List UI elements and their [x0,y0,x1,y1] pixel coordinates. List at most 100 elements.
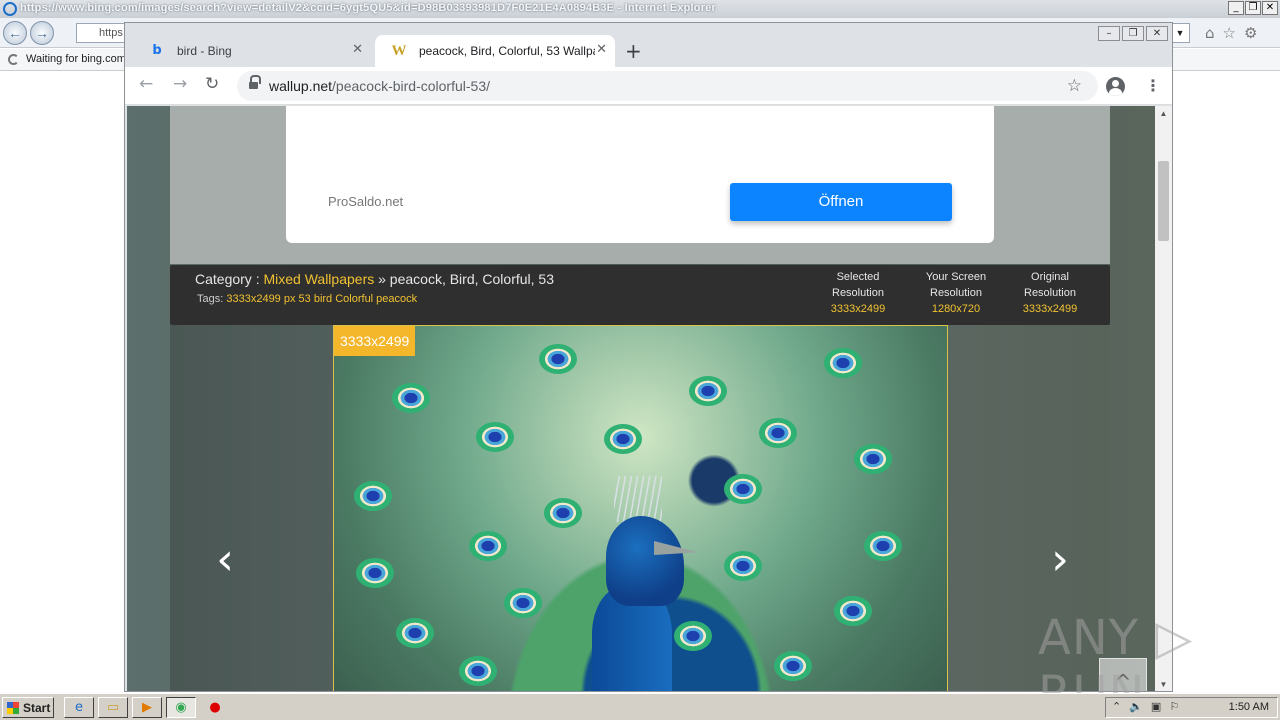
tab-close-icon[interactable]: ✕ [352,42,363,57]
category-prefix: Category : [195,271,264,287]
network-icon[interactable]: ▣ [1151,700,1161,713]
tags-prefix: Tags: [197,293,227,305]
ie-tab-strip [1172,49,1280,71]
page-scrollbar[interactable]: ▲ ▼ [1155,106,1172,691]
minimize-icon[interactable]: _ [1228,1,1244,15]
ie-tab-label: Waiting for bing.com [26,53,126,65]
ad-brand-name[interactable]: ProSaldo.net [328,194,403,209]
home-icon[interactable]: ⌂ [1205,24,1215,42]
settings-gear-icon[interactable]: ⚙ [1244,24,1257,42]
feather-eye [356,558,394,588]
start-label: Start [23,701,51,715]
feather-eye [396,618,434,648]
tab-label: peacock, Bird, Colorful, 53 Wallpaper [419,44,595,58]
ie-taskbar-icon[interactable]: e [64,697,94,718]
ie-logo-icon [3,2,17,16]
reload-icon[interactable]: ↻ [205,74,219,94]
ie-forward-button[interactable]: → [30,21,54,45]
close-icon[interactable]: ✕ [1262,1,1278,15]
feather-eye [674,621,712,651]
ad-open-button[interactable]: Öffnen [730,183,952,221]
scrollbar-thumb[interactable] [1158,161,1169,241]
feather-eye [476,422,514,452]
profile-avatar-icon[interactable] [1106,77,1125,96]
category-suffix: » peacock, Bird, Colorful, 53 [374,271,554,287]
url-domain: wallup.net [269,78,333,94]
peacock-wallpaper-image[interactable]: 3333x2499 [333,325,948,691]
bookmark-star-icon[interactable]: ☆ [1067,76,1082,96]
ie-window-title: https://www.bing.com/images/search?view=… [20,2,717,14]
original-resolution: Original Resolution 3333x2499 [1015,269,1085,317]
explorer-folder-icon[interactable]: ▭ [98,697,128,718]
original-resolution-value[interactable]: 3333x2499 [1015,301,1085,317]
bing-favicon-icon: b [152,43,162,58]
omnibox[interactable]: wallup.net/peacock-bird-colorful-53/ ☆ [237,71,1098,101]
category-link[interactable]: Mixed Wallpapers [263,271,374,287]
media-player-icon[interactable]: ▶ [132,697,162,718]
ie-address-bar[interactable]: https [76,23,126,43]
kebab-menu-icon[interactable]: ⋮ [1145,76,1161,95]
tags-links[interactable]: 3333x2499 px 53 bird Colorful peacock [226,293,417,305]
favorites-star-icon[interactable]: ☆ [1223,24,1236,42]
feather-eye [864,531,902,561]
selected-resolution-label-2: Resolution [832,287,884,299]
start-button[interactable]: Start [2,697,54,718]
ie-tab[interactable]: Waiting for bing.com [0,49,126,71]
system-tray: ⌃ 🔈 ▣ ⚐ 1:50 AM [1105,697,1278,718]
ie-window-controls: _ ❐ ✕ [1228,1,1278,15]
ie-toolbar-icons: ⌂ ☆ ⚙ [1205,24,1257,42]
minimize-icon[interactable]: – [1098,26,1120,41]
feather-eye [824,348,862,378]
tags-line: Tags: 3333x2499 px 53 bird Colorful peac… [197,293,417,305]
volume-icon[interactable]: 🔈 [1129,700,1143,713]
url-path: /peacock-bird-colorful-53/ [332,78,491,94]
ie-back-button[interactable]: ← [3,21,27,45]
ad-banner-area: ProSaldo.net Öffnen [170,106,1110,264]
feather-eye [504,588,542,618]
chrome-taskbar-icon[interactable]: ◉ [166,697,196,718]
restore-icon[interactable]: ❐ [1245,1,1261,15]
back-arrow-icon[interactable]: ← [139,74,153,94]
feather-eye [544,498,582,528]
page-viewport: ProSaldo.net Öffnen Category : Mixed Wal… [127,106,1155,691]
lock-icon [249,75,261,90]
close-icon[interactable]: ✕ [1146,26,1168,41]
selected-resolution-label-1: Selected [836,271,880,283]
new-tab-plus-icon[interactable]: + [625,39,642,63]
clock[interactable]: 1:50 AM [1229,701,1269,713]
ad-card: ProSaldo.net Öffnen [286,106,994,243]
action-center-flag-icon[interactable]: ⚐ [1169,700,1179,713]
feather-eye [354,481,392,511]
previous-chevron-icon[interactable]: ‹ [205,535,245,585]
ie-address-dropdown[interactable]: ▼ [1170,23,1190,43]
feather-eye [539,344,577,374]
wallpaper-viewer: 3333x2499 ‹ › [170,325,1110,691]
forward-arrow-icon[interactable]: → [173,74,187,94]
feather-eye [724,551,762,581]
windows-flag-icon [7,702,19,714]
screen-resolution: Your Screen Resolution 1280x720 [913,269,999,317]
scroll-up-icon[interactable]: ▲ [1155,106,1172,122]
feather-eye [604,424,642,454]
original-resolution-label-1: Original [1031,271,1069,283]
chrome-window-controls: – ❐ ✕ [1098,26,1168,41]
screen-resolution-value[interactable]: 1280x720 [913,301,999,317]
tab-close-icon[interactable]: ✕ [596,42,607,57]
taskbar: Start e ▭ ▶ ◉ ● ⌃ 🔈 ▣ ⚐ 1:50 AM [0,693,1280,720]
selected-resolution-value[interactable]: 3333x2499 [820,301,896,317]
next-chevron-icon[interactable]: › [1040,535,1080,585]
feather-eye [689,376,727,406]
feather-eye [469,531,507,561]
tab-peacock-wallpaper[interactable]: W peacock, Bird, Colorful, 53 Wallpaper … [375,35,615,68]
feather-eye [834,596,872,626]
wallup-favicon-icon: W [391,43,407,59]
ie-title-bar: https://www.bing.com/images/search?view=… [0,0,1280,18]
chrome-toolbar: ← → ↻ wallup.net/peacock-bird-colorful-5… [125,67,1172,105]
tray-expand-icon[interactable]: ⌃ [1112,700,1121,713]
chrome-tab-strip: b bird - Bing ✕ W peacock, Bird, Colorfu… [125,23,1172,68]
peacock-head [606,516,684,606]
tab-label: bird - Bing [177,44,232,58]
tab-bird-bing[interactable]: b bird - Bing ✕ [133,35,371,68]
restore-icon[interactable]: ❐ [1122,26,1144,41]
opera-icon[interactable]: ● [200,697,230,718]
